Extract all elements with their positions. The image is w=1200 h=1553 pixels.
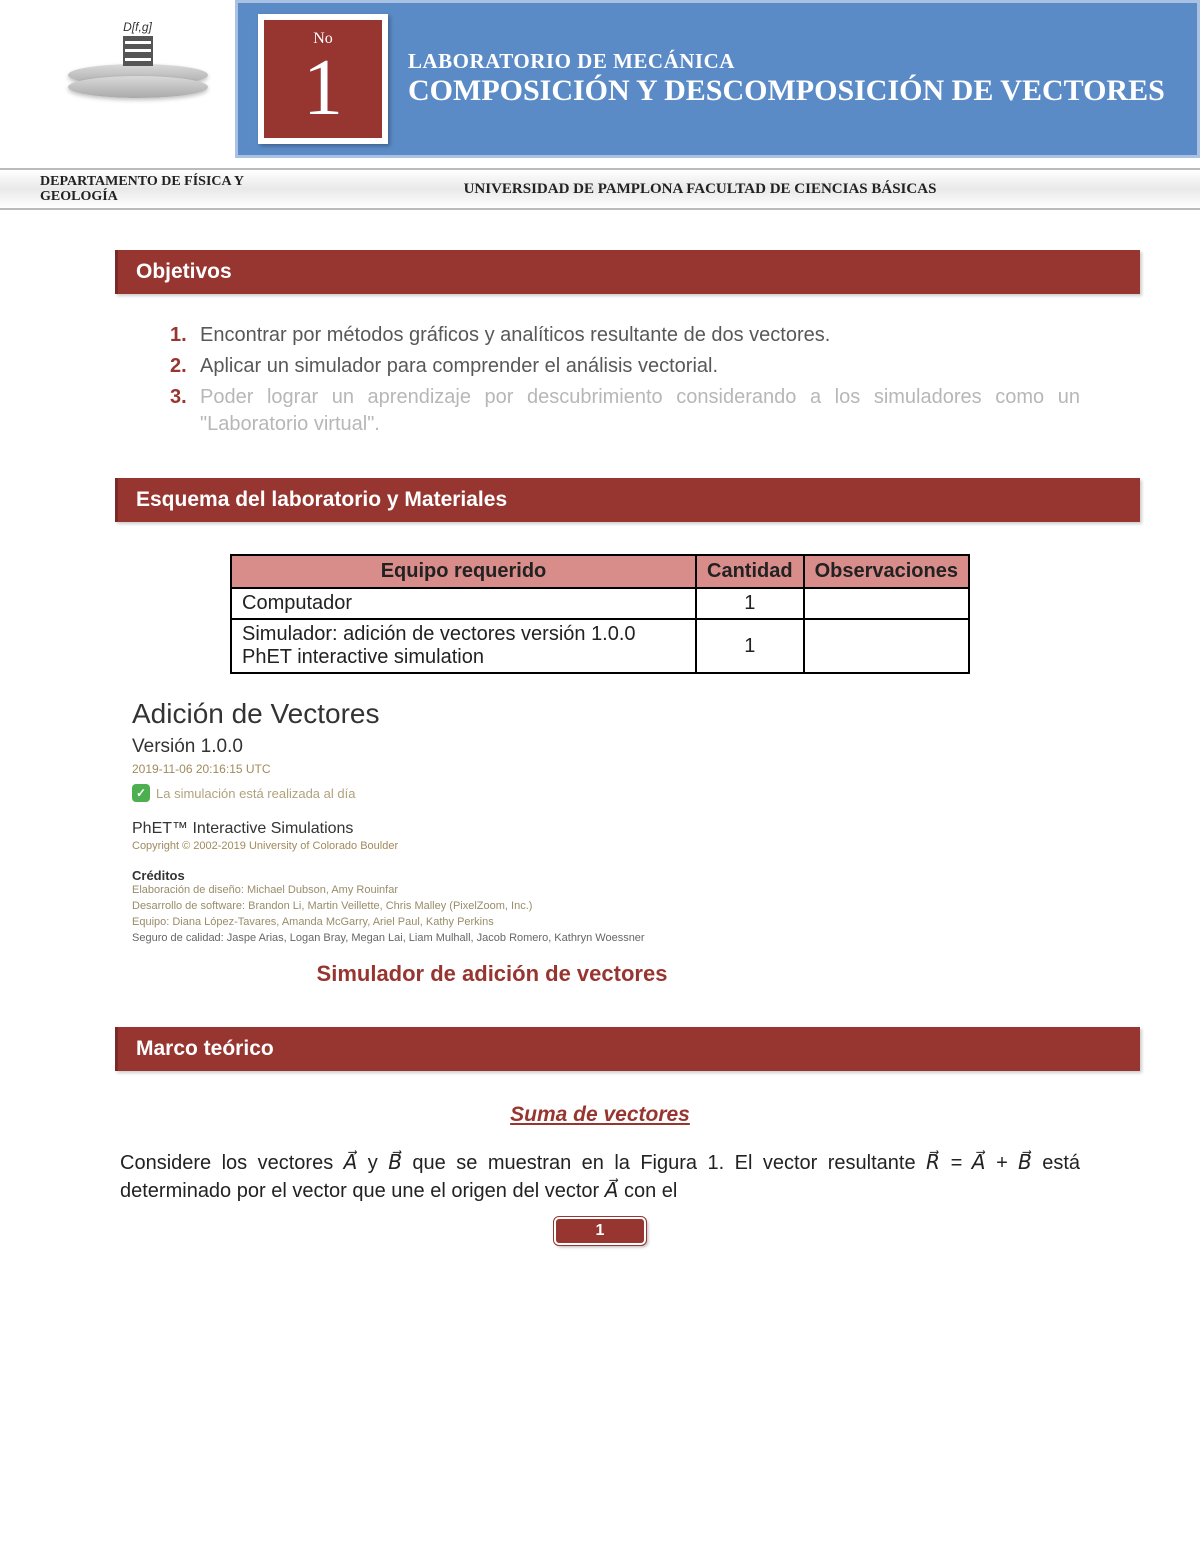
theory-subtitle: Suma de vectores	[120, 1103, 1080, 1127]
section-objectives: Objetivos	[115, 250, 1140, 294]
credits-block: Elaboración de diseño: Michael Dubson, A…	[132, 883, 852, 947]
sim-title: Adición de Vectores	[132, 698, 852, 730]
page-title: COMPOSICIÓN Y DESCOMPOSICIÓN DE VECTORES	[408, 74, 1165, 109]
sim-copyright: Copyright © 2002-2019 University of Colo…	[132, 840, 852, 852]
text-fragment: y	[357, 1152, 388, 1174]
pretitle: LABORATORIO DE MECÁNICA	[408, 49, 1165, 74]
university: UNIVERSIDAD DE PAMPLONA FACULTAD DE CIEN…	[260, 181, 1200, 198]
sim-version: Versión 1.0.0	[132, 736, 852, 758]
table-row: Computador 1	[231, 588, 969, 619]
cell-equip: Computador	[231, 588, 696, 619]
section-theory: Marco teórico	[115, 1027, 1140, 1071]
sim-status: ✓ La simulación está realizada al día	[132, 784, 852, 802]
lab-number-badge: No 1	[258, 14, 388, 144]
cell-qty: 1	[696, 619, 804, 673]
table-row: Simulador: adición de vectores versión 1…	[231, 619, 969, 673]
title-banner: No 1 LABORATORIO DE MECÁNICA COMPOSICIÓN…	[235, 0, 1200, 158]
text-fragment: que se muestran en la Figura 1. El vecto…	[402, 1152, 926, 1174]
credit-line: Elaboración de diseño: Michael Dubson, A…	[132, 883, 852, 899]
department: DEPARTAMENTO DE FÍSICA Y GEOLOGÍA	[0, 174, 260, 205]
section-schema: Esquema del laboratorio y Materiales	[115, 478, 1140, 522]
cell-obs	[804, 588, 969, 619]
logo-label: D[f,g]	[60, 20, 215, 34]
credit-line: Seguro de calidad: Jaspe Arias, Logan Br…	[132, 931, 852, 947]
sub-band: DEPARTAMENTO DE FÍSICA Y GEOLOGÍA UNIVER…	[0, 168, 1200, 210]
sim-caption: Simulador de adición de vectores	[132, 961, 852, 987]
table-header-row: Equipo requerido Cantidad Observaciones	[231, 555, 969, 588]
page-footer: 1	[0, 1197, 1200, 1265]
header-band: D[f,g] No 1 LABORATORIO DE MECÁNICA COMP…	[0, 0, 1200, 158]
credit-line: Desarrollo de software: Brandon Li, Mart…	[132, 899, 852, 915]
content-area: Objetivos Encontrar por métodos gráficos…	[0, 250, 1200, 1205]
document-page: D[f,g] No 1 LABORATORIO DE MECÁNICA COMP…	[0, 0, 1200, 1265]
lab-number: 1	[303, 48, 343, 128]
col-quantity: Cantidad	[696, 555, 804, 588]
page-number: 1	[554, 1217, 647, 1245]
objectives-list: Encontrar por métodos gráficos y analíti…	[170, 322, 1080, 438]
objective-item: Encontrar por métodos gráficos y analíti…	[170, 322, 1080, 349]
check-icon: ✓	[132, 784, 150, 802]
col-equipment: Equipo requerido	[231, 555, 696, 588]
simulator-info: Adición de Vectores Versión 1.0.0 2019-1…	[132, 698, 852, 987]
title-block: LABORATORIO DE MECÁNICA COMPOSICIÓN Y DE…	[408, 49, 1165, 109]
objective-item: Aplicar un simulador para comprender el …	[170, 353, 1080, 380]
cell-equip: Simulador: adición de vectores versión 1…	[231, 619, 696, 673]
equipment-table: Equipo requerido Cantidad Observaciones …	[230, 554, 970, 674]
col-observations: Observaciones	[804, 555, 969, 588]
sim-date: 2019-11-06 20:16:15 UTC	[132, 762, 852, 776]
credit-line: Equipo: Diana López-Tavares, Amanda McGa…	[132, 915, 852, 931]
logo-graphic	[68, 64, 208, 104]
objective-item: Poder lograr un aprendizaje por descubri…	[170, 384, 1080, 438]
cell-qty: 1	[696, 588, 804, 619]
logo-bar-icon	[123, 36, 153, 66]
sim-subtitle: PhET™ Interactive Simulations	[132, 820, 852, 838]
credits-heading: Créditos	[132, 868, 852, 883]
cell-obs	[804, 619, 969, 673]
sim-status-text: La simulación está realizada al día	[156, 786, 355, 801]
text-fragment: Considere los vectores	[120, 1152, 344, 1174]
logo: D[f,g]	[60, 20, 215, 104]
